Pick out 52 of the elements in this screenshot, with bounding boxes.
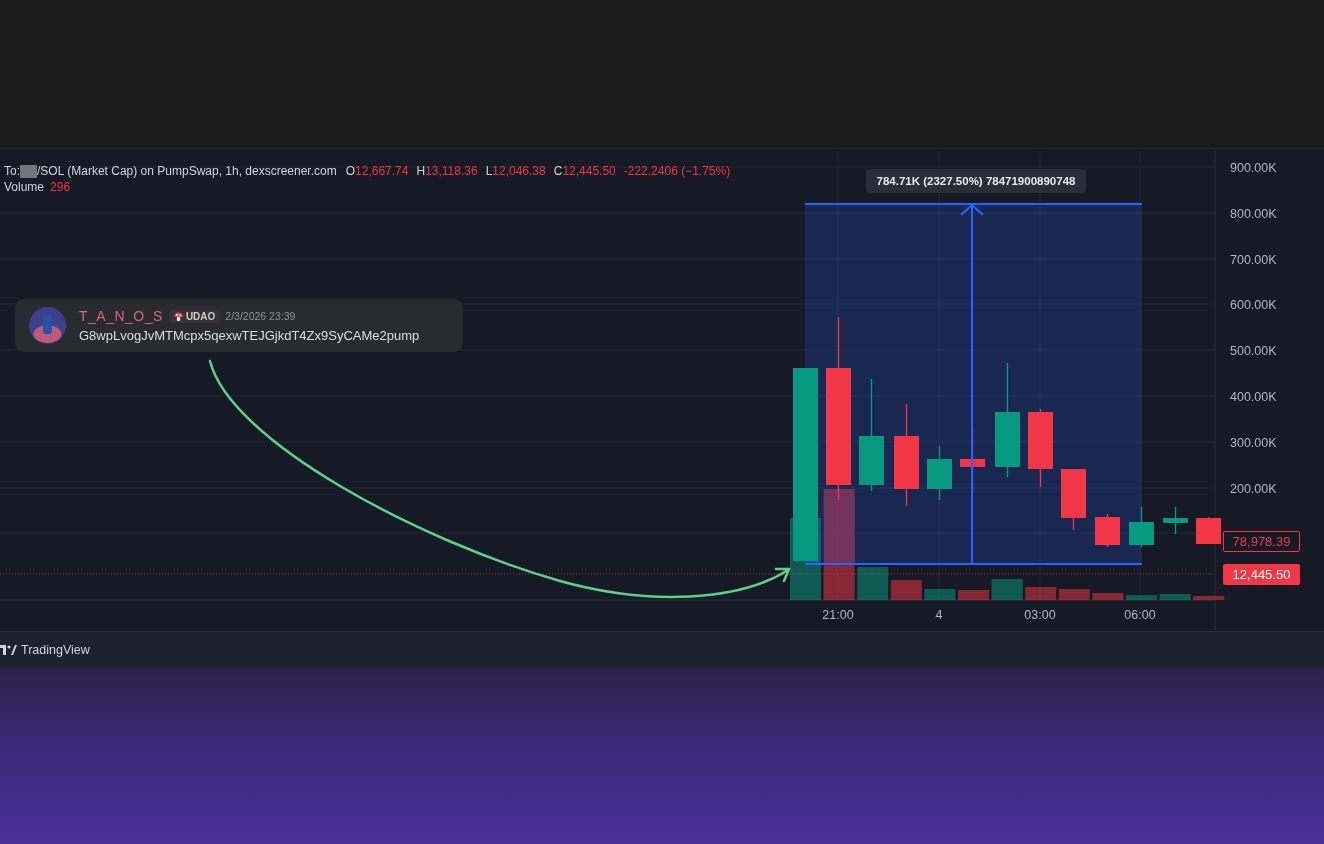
price-tick-label: 900.00K bbox=[1230, 160, 1277, 175]
volume-value: 296 bbox=[50, 180, 71, 194]
price-tick-label: 400.00K bbox=[1230, 389, 1277, 404]
candle bbox=[1095, 513, 1120, 548]
redaction-block bbox=[20, 164, 37, 178]
ohlc-value: 13,118.36 bbox=[425, 164, 478, 178]
price-tick-label: 700.00K bbox=[1230, 252, 1277, 267]
ohlc-key: L bbox=[485, 164, 493, 178]
ohlc-key: O bbox=[345, 164, 356, 178]
price-label: 78,978.39 bbox=[1223, 531, 1300, 552]
time-tick-label: 21:00 bbox=[822, 608, 854, 622]
message-text: G8wpLvogJvMTMcpx5qexwTEJGjkdT4Zx9SyCAMe2pump bbox=[79, 328, 420, 343]
ohlc-key: C bbox=[553, 164, 563, 178]
ohlc-value: 12,445.50 bbox=[562, 164, 616, 178]
avatar-icon bbox=[29, 307, 66, 344]
candle bbox=[1129, 506, 1154, 548]
brand-name: TradingView bbox=[21, 642, 90, 657]
price-tick-label: 800.00K bbox=[1230, 206, 1277, 221]
price-tick-label: 500.00K bbox=[1230, 343, 1277, 358]
candle bbox=[1061, 468, 1086, 531]
price-tick-label: 200.00K bbox=[1230, 481, 1277, 496]
candle bbox=[1163, 506, 1188, 535]
volume-bar bbox=[958, 590, 989, 600]
price-tick-label: 600.00K bbox=[1230, 297, 1277, 312]
volume-bar bbox=[1193, 596, 1225, 600]
author-name[interactable]: T_A_N_O_S bbox=[79, 308, 163, 324]
volume-bar bbox=[1058, 589, 1090, 600]
volume-bar bbox=[991, 579, 1023, 600]
volume-bar bbox=[1126, 595, 1157, 600]
measure-label: 784.71K (2327.50%) 78471900890748 bbox=[866, 169, 1086, 193]
price-tick-label: 300.00K bbox=[1230, 435, 1277, 450]
ohlc-value: 12,667.74 bbox=[355, 164, 409, 178]
symbol-prefix: To: bbox=[4, 164, 20, 178]
volume-label: Volume bbox=[4, 180, 45, 194]
candle bbox=[1196, 516, 1221, 545]
time-tick-label: 06:00 bbox=[1124, 608, 1156, 622]
time-tick-label: 03:00 bbox=[1024, 608, 1056, 622]
candle bbox=[927, 445, 952, 501]
volume-bar bbox=[924, 589, 956, 600]
price-change: -222.2406 (−1.75%) bbox=[623, 164, 731, 178]
ohlc-value: 12,046.38 bbox=[492, 164, 546, 178]
volume-bar bbox=[1159, 594, 1191, 600]
message-time: 2/3/2026 23:39 bbox=[225, 310, 296, 322]
volume-bar bbox=[1025, 587, 1057, 600]
symbol-title: /SOL (Market Cap) on PumpSwap, 1h, dexscreener.com bbox=[37, 164, 337, 178]
ohlc-key: H bbox=[416, 164, 426, 178]
price-label: 12,445.50 bbox=[1223, 564, 1300, 585]
time-tick-label: 4 bbox=[935, 608, 943, 622]
volume-bar bbox=[1092, 593, 1124, 600]
role-badge: UDAO bbox=[168, 309, 220, 323]
mushroom-icon bbox=[172, 310, 184, 322]
logo-icon bbox=[0, 644, 17, 655]
